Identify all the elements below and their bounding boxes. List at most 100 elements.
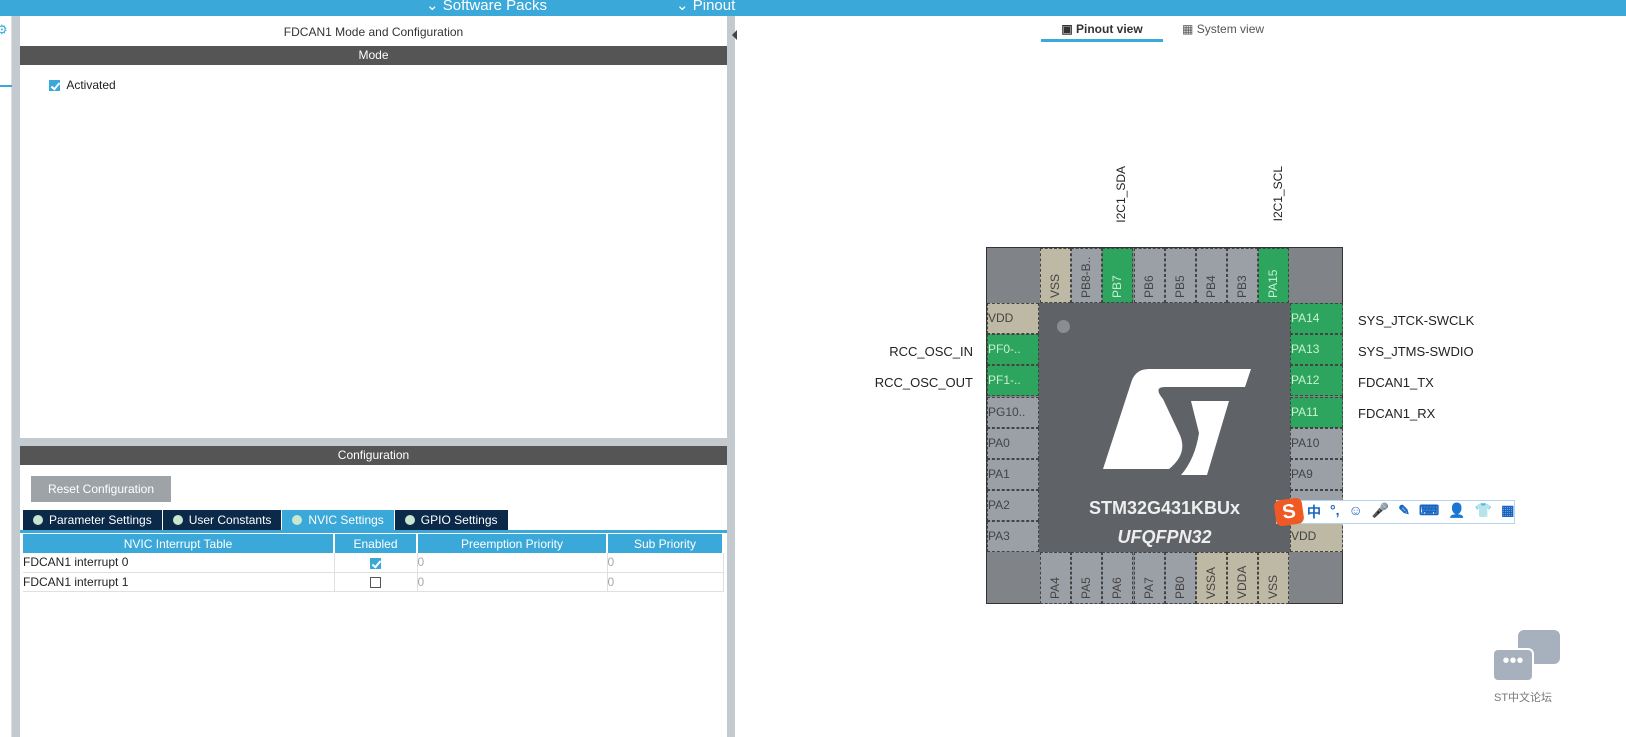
nvic-table: NVIC Interrupt Table Enabled Preemption … <box>23 534 724 592</box>
activated-label: Activated <box>66 78 116 92</box>
enabled-checkbox[interactable] <box>370 576 381 588</box>
signal-label: RCC_OSC_OUT <box>874 375 973 390</box>
col-header: NVIC Interrupt Table <box>23 534 335 553</box>
pin-pa1[interactable]: PA1 <box>987 459 1039 490</box>
tab-underline <box>20 530 727 533</box>
pin-pa10[interactable]: PA10 <box>1290 427 1343 459</box>
signal-label: FDCAN1_RX <box>1358 406 1436 421</box>
chip-icon: ▣ <box>1061 22 1073 36</box>
pin-pf0[interactable]: PF0-.. <box>987 334 1039 366</box>
sub-priority[interactable]: 0 <box>607 572 724 592</box>
pin-pa5[interactable]: PA5 <box>1071 552 1103 604</box>
configuration-header: Configuration <box>20 446 727 465</box>
preemption-priority[interactable]: 0 <box>417 572 608 592</box>
pin-pa2[interactable]: PA2 <box>987 490 1039 522</box>
tab-nvic-settings[interactable]: NVIC Settings <box>282 510 394 531</box>
reset-configuration-button[interactable]: Reset Configuration <box>31 476 171 502</box>
pin-pa6[interactable]: PA6 <box>1102 552 1134 604</box>
pin-pb6[interactable]: PB6 <box>1133 248 1165 303</box>
pin-pb7[interactable]: PB7 <box>1102 248 1134 303</box>
pin-pb5[interactable]: PB5 <box>1164 248 1196 303</box>
pin-vss[interactable]: VSS <box>1258 552 1290 604</box>
pin-pa15[interactable]: PA15 <box>1258 248 1290 303</box>
signal-label: RCC_OSC_IN <box>889 344 973 359</box>
pin-vss[interactable]: VSS <box>1040 248 1071 303</box>
pin-vdd[interactable]: VDD <box>987 303 1039 334</box>
check-circle-icon <box>33 515 43 525</box>
grid-icon: ▦ <box>1182 22 1194 36</box>
ime-item-icon[interactable]: 中 <box>1307 502 1321 522</box>
tab-user-constants[interactable]: User Constants <box>162 510 282 531</box>
tab-gpio-settings[interactable]: GPIO Settings <box>394 510 508 531</box>
check-circle-icon <box>292 515 303 525</box>
splitter[interactable] <box>12 16 20 737</box>
pinout-menu[interactable]: ⌄ Pinout <box>676 0 735 14</box>
top-toolbar: ⌄ Software Packs ⌄ Pinout <box>0 0 1626 16</box>
table-row[interactable]: FDCAN1 interrupt 0 0 0 <box>23 553 724 573</box>
pin-pb0[interactable]: PB0 <box>1164 552 1196 604</box>
signal-label: I2C1_SCL <box>1271 166 1285 222</box>
panel-splitter[interactable] <box>727 16 737 737</box>
ime-item-icon[interactable]: ☺ <box>1349 502 1363 522</box>
forum-label[interactable]: ST中文论坛 <box>1494 689 1552 705</box>
col-header: Enabled <box>334 534 418 553</box>
ime-item-icon[interactable]: ▦ <box>1501 502 1514 522</box>
section-splitter[interactable] <box>20 438 727 446</box>
check-circle-icon <box>404 515 415 525</box>
ime-item-icon[interactable]: 🎤 <box>1372 502 1389 522</box>
pin-pa0[interactable]: PA0 <box>987 427 1039 459</box>
software-packs-menu[interactable]: ⌄ Software Packs <box>426 0 547 14</box>
tab-pinout-view[interactable]: ▣ Pinout view <box>1041 22 1163 42</box>
pin-pa11[interactable]: PA11 <box>1290 396 1343 428</box>
signal-label: FDCAN1_TX <box>1358 375 1434 390</box>
ime-item-icon[interactable]: 👕 <box>1475 502 1492 522</box>
tab-system-view[interactable]: ▦ System view <box>1182 22 1264 36</box>
pin-pa12[interactable]: PA12 <box>1290 365 1343 397</box>
interrupt-name: FDCAN1 interrupt 0 <box>23 553 335 573</box>
interrupt-name: FDCAN1 interrupt 1 <box>23 572 335 592</box>
tab-parameter-settings[interactable]: Parameter Settings <box>23 510 162 531</box>
pin-pa14[interactable]: PA14 <box>1290 303 1343 334</box>
sogou-logo-icon[interactable]: S <box>1273 497 1305 527</box>
signal-label: SYS_JTMS-SWDIO <box>1358 344 1474 359</box>
checkbox-icon[interactable] <box>49 80 60 92</box>
pin-pa3[interactable]: PA3 <box>987 521 1039 553</box>
ime-item-icon[interactable]: ⌨ <box>1419 502 1439 522</box>
gear-icon[interactable]: ⚙ <box>0 22 8 38</box>
pin-pa4[interactable]: PA4 <box>1040 552 1071 604</box>
enabled-checkbox[interactable] <box>370 557 381 569</box>
signal-label: SYS_JTCK-SWCLK <box>1358 313 1475 328</box>
config-tabs: Parameter Settings User Constants NVIC S… <box>23 510 509 531</box>
sub-priority[interactable]: 0 <box>607 553 724 573</box>
chip-body: STM32G431KBUx UFQFPN32 <box>1039 303 1290 552</box>
mode-config-panel: FDCAN1 Mode and Configuration Mode Activ… <box>20 16 727 737</box>
col-header: Preemption Priority <box>417 534 608 553</box>
table-row[interactable]: FDCAN1 interrupt 1 0 0 <box>23 572 724 592</box>
preemption-priority[interactable]: 0 <box>417 553 608 573</box>
pin-pa7[interactable]: PA7 <box>1133 552 1165 604</box>
strip-indicator <box>0 85 12 87</box>
ime-item-icon[interactable]: ✎ <box>1398 502 1410 522</box>
ime-item-icon[interactable]: °, <box>1330 502 1340 522</box>
category-strip: ⚙ <box>0 16 12 737</box>
forum-chat-icon[interactable]: ••• <box>1492 630 1562 685</box>
activated-checkbox[interactable]: Activated <box>49 78 116 92</box>
pin-vdda[interactable]: VDDA <box>1227 552 1259 604</box>
pin-vssa[interactable]: VSSA <box>1196 552 1227 604</box>
pin-pb4[interactable]: PB4 <box>1196 248 1227 303</box>
pin-pb8b[interactable]: PB8-B.. <box>1071 248 1103 303</box>
pin-pa9[interactable]: PA9 <box>1290 459 1343 490</box>
collapse-arrow-icon[interactable] <box>727 30 737 40</box>
chip-name: STM32G431KBUx <box>1088 498 1241 518</box>
mode-header: Mode <box>20 46 727 65</box>
pin-pf1[interactable]: PF1-.. <box>987 365 1039 397</box>
pin-pa13[interactable]: PA13 <box>1290 334 1343 366</box>
pin-vdd[interactable]: VDD <box>1290 521 1343 553</box>
pin-pg10[interactable]: PG10.. <box>987 396 1039 428</box>
check-circle-icon <box>172 515 183 525</box>
ime-toolbar: S 中 °, ☺ 🎤 ✎ ⌨ 👤 👕 ▦ <box>1273 497 1515 527</box>
ime-item-icon[interactable]: 👤 <box>1448 502 1465 522</box>
col-header: Sub Priority <box>607 534 724 553</box>
chip-package: UFQFPN32 <box>1117 527 1212 547</box>
pin-pb3[interactable]: PB3 <box>1227 248 1259 303</box>
